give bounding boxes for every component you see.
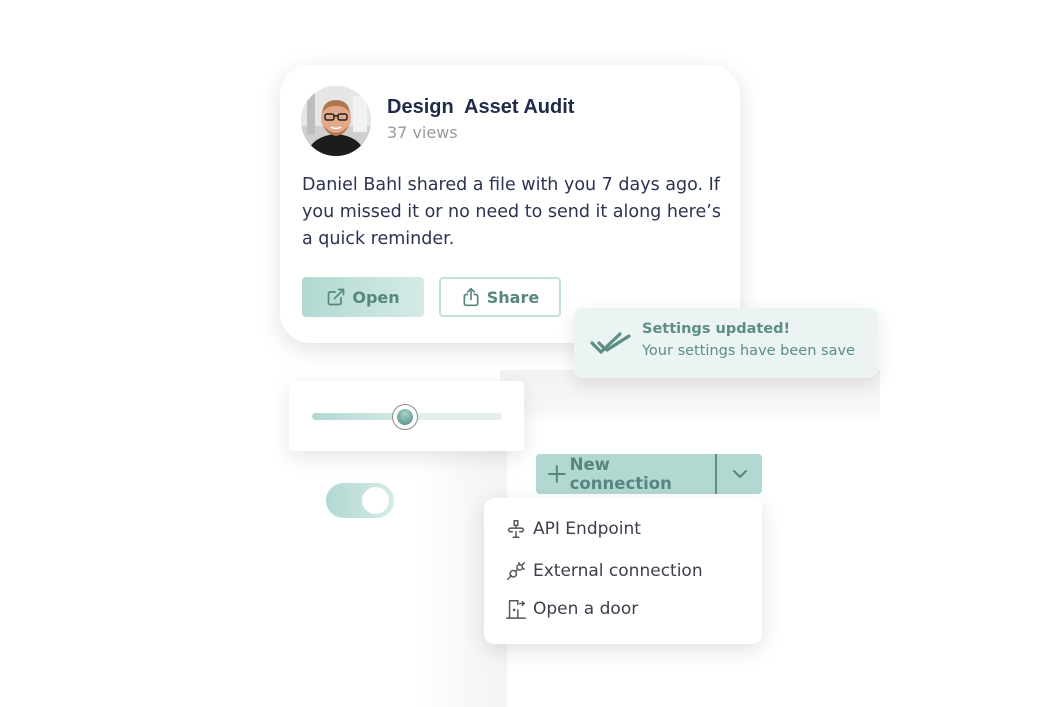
chevron-down-icon bbox=[732, 470, 747, 478]
plug-connection-icon bbox=[507, 562, 525, 580]
file-title: Design Asset Audit bbox=[387, 96, 575, 118]
slider-track[interactable] bbox=[312, 404, 502, 430]
new-connection-button[interactable]: New connection bbox=[536, 454, 717, 494]
slider-thumb[interactable] bbox=[392, 404, 419, 430]
new-connection-split-button: New connection bbox=[536, 454, 762, 494]
open-button-label: Open bbox=[352, 287, 400, 307]
share-upload-icon bbox=[463, 287, 479, 307]
avatar bbox=[301, 86, 371, 156]
toast-message: Your settings have been save bbox=[642, 343, 855, 359]
door-open-icon bbox=[506, 600, 526, 619]
menu-item-label: External connection bbox=[533, 561, 703, 581]
new-connection-label: New connection bbox=[569, 455, 672, 493]
menu-item-api-endpoint[interactable]: API Endpoint bbox=[505, 518, 641, 540]
api-icon bbox=[507, 520, 525, 538]
background-shadow bbox=[500, 370, 880, 425]
connection-menu: API Endpoint External connection Open a … bbox=[484, 498, 762, 644]
settings-toast: Settings updated! Your settings have bee… bbox=[574, 308, 878, 378]
slider-thumb-core bbox=[397, 409, 414, 425]
share-notification-card: Design Asset Audit 37 views Daniel Bahl … bbox=[280, 65, 740, 343]
double-check-icon bbox=[590, 332, 631, 354]
slider-card bbox=[289, 381, 524, 451]
toggle-knob bbox=[362, 487, 389, 514]
menu-item-label: Open a door bbox=[533, 599, 639, 619]
dropdown-toggle-button[interactable] bbox=[717, 454, 762, 494]
toast-title: Settings updated! bbox=[642, 321, 791, 337]
external-link-icon bbox=[328, 288, 345, 306]
share-button-label: Share bbox=[486, 287, 540, 307]
plus-icon bbox=[548, 465, 566, 483]
view-count: 37 views bbox=[387, 123, 458, 142]
menu-item-open-door[interactable]: Open a door bbox=[505, 598, 638, 620]
menu-item-label: API Endpoint bbox=[533, 519, 641, 539]
open-button[interactable]: Open bbox=[302, 277, 424, 317]
share-message: Daniel Bahl shared a file with you 7 day… bbox=[302, 175, 721, 249]
toggle-switch[interactable] bbox=[326, 483, 394, 518]
share-button[interactable]: Share bbox=[439, 277, 561, 317]
menu-item-external-connection[interactable]: External connection bbox=[505, 560, 703, 582]
